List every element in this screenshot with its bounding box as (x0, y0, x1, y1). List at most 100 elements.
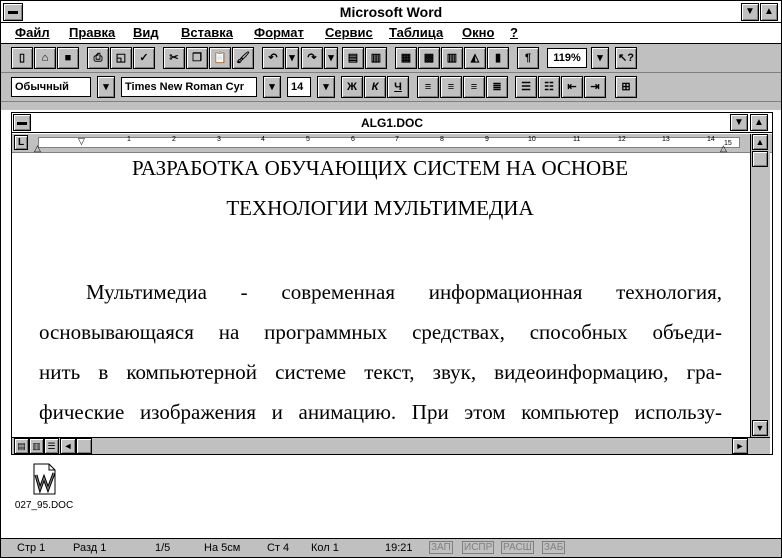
scroll-down-icon[interactable]: ▼ (752, 420, 768, 436)
show-hide-button[interactable]: ¶ (517, 47, 539, 69)
document-page[interactable]: РАЗРАБОТКА ОБУЧАЮЩИХ СИСТЕМ НА ОСНОВЕ ТЕ… (12, 154, 750, 437)
align-left-icon[interactable]: ≡ (417, 76, 439, 98)
align-center-icon[interactable]: ≡ (440, 76, 462, 98)
status-time: 19:21 (385, 542, 413, 554)
horizontal-scroll-thumb[interactable] (76, 438, 92, 454)
ruler-bar[interactable] (38, 137, 740, 148)
insert-excel-icon[interactable]: ▩ (418, 47, 440, 69)
ruler-number: 9 (485, 136, 489, 143)
status-mrk[interactable]: ИСПР (462, 541, 495, 554)
ruler-number: 1 (127, 136, 131, 143)
menu-help[interactable]: ? (510, 25, 518, 40)
justify-icon[interactable]: ≣ (486, 76, 508, 98)
save-icon[interactable]: ■ (57, 47, 79, 69)
scroll-left-icon[interactable]: ◄ (60, 438, 76, 454)
scroll-right-icon[interactable]: ► (732, 438, 748, 454)
status-bar: Стр 1 Разд 1 1/5 На 5см Ст 4 Кол 1 19:21… (1, 538, 781, 557)
ruler-number: 5 (306, 136, 310, 143)
print-icon[interactable]: ⎙ (87, 47, 109, 69)
document-title: ALG1.DOC (360, 116, 423, 130)
undo-icon[interactable]: ↶ (262, 47, 284, 69)
ruler-number: 8 (440, 136, 444, 143)
new-document-icon[interactable]: ▯ (11, 47, 33, 69)
document-minimize-icon[interactable]: ▼ (730, 114, 748, 131)
ruler-number: 10 (528, 136, 536, 143)
menu-file[interactable]: Файл (15, 25, 50, 40)
ruler-number: 4 (261, 136, 265, 143)
desktop-document-icon[interactable]: 027_95.DOC (9, 463, 79, 519)
normal-view-icon[interactable]: ▤ (14, 438, 29, 454)
decrease-indent-icon[interactable]: ⇤ (561, 76, 583, 98)
app-title: Microsoft Word (339, 4, 443, 20)
copy-icon[interactable]: ❐ (186, 47, 208, 69)
ruler-number: 13 (662, 136, 670, 143)
left-indent-marker[interactable]: △ (34, 143, 41, 154)
status-ext[interactable]: РАСШ (501, 541, 534, 554)
first-line-indent-marker[interactable]: ▽ (78, 136, 85, 147)
cut-icon[interactable]: ✂ (163, 47, 185, 69)
status-ovr[interactable]: ЗАБ (542, 541, 566, 554)
italic-button[interactable]: К (364, 76, 386, 98)
print-preview-icon[interactable]: ◱ (110, 47, 132, 69)
borders-icon[interactable]: ⊞ (615, 76, 637, 98)
zoom-dropdown-icon[interactable]: ▾ (591, 47, 609, 69)
redo-dropdown-icon[interactable]: ▾ (324, 47, 338, 69)
style-field[interactable]: Обычный (11, 77, 91, 97)
paste-icon[interactable]: 📋 (209, 47, 231, 69)
page-layout-view-icon[interactable]: ▥ (29, 438, 44, 454)
autoformat-icon[interactable]: ▤ (342, 47, 364, 69)
minimize-icon[interactable]: ▼ (741, 3, 759, 21)
tab-type-icon[interactable]: L (14, 135, 28, 150)
desktop-icon-label: 027_95.DOC (14, 500, 74, 511)
ruler-number: 7 (395, 136, 399, 143)
ruler-number: 14 (707, 136, 715, 143)
insert-chart-icon[interactable]: ▮ (487, 47, 509, 69)
standard-toolbar: ▯ ⌂ ■ ⎙ ◱ ✓ ✂ ❐ 📋 🖌 ↶ ▾ ↷ ▾ ▤ ▥ ▦ ▩ ▥ ◭ … (1, 44, 781, 73)
menu-table[interactable]: Таблица (389, 25, 443, 40)
numbering-icon[interactable]: ☰ (515, 76, 537, 98)
increase-indent-icon[interactable]: ⇥ (584, 76, 606, 98)
underline-button[interactable]: Ч (387, 76, 409, 98)
menu-format[interactable]: Формат (254, 25, 304, 40)
drawing-icon[interactable]: ◭ (464, 47, 486, 69)
vertical-scrollbar[interactable]: ▲ ▼ (750, 134, 770, 437)
undo-dropdown-icon[interactable]: ▾ (285, 47, 299, 69)
zoom-field[interactable]: 119% (547, 48, 587, 68)
font-dropdown-icon[interactable]: ▾ (263, 76, 281, 98)
horizontal-scrollbar[interactable]: ▤ ▥ ☰ ◄ ► (12, 437, 770, 454)
heading-line-1: РАЗРАБОТКА ОБУЧАЮЩИХ СИСТЕМ НА ОСНОВЕ (131, 156, 629, 180)
word-window: ▬ Microsoft Word ▼ ▲ Файл Правка Вид Вст… (0, 0, 782, 558)
outline-view-icon[interactable]: ☰ (44, 438, 59, 454)
autotext-icon[interactable]: ▥ (365, 47, 387, 69)
scroll-up-icon[interactable]: ▲ (752, 134, 768, 150)
ruler-number: 2 (172, 136, 176, 143)
format-painter-icon[interactable]: 🖌 (232, 47, 254, 69)
columns-icon[interactable]: ▥ (441, 47, 463, 69)
style-dropdown-icon[interactable]: ▾ (97, 76, 115, 98)
help-pointer-icon[interactable]: ↖? (615, 47, 637, 69)
document-window: ▬ ALG1.DOC ▼ ▲ L 1 2 3 4 5 6 7 8 9 10 11… (11, 112, 773, 455)
maximize-icon[interactable]: ▲ (760, 3, 778, 21)
font-field[interactable]: Times New Roman Cyr (121, 77, 257, 97)
open-icon[interactable]: ⌂ (34, 47, 56, 69)
body-line-1: Мультимедиа - современная информационная… (86, 280, 722, 304)
right-indent-marker[interactable]: △ (720, 143, 727, 154)
bold-button[interactable]: Ж (341, 76, 363, 98)
title-bar: ▬ Microsoft Word ▼ ▲ (1, 1, 781, 23)
document-maximize-icon[interactable]: ▲ (750, 114, 768, 131)
menu-view[interactable]: Вид (133, 25, 159, 40)
bullets-icon[interactable]: ☷ (538, 76, 560, 98)
font-size-dropdown-icon[interactable]: ▾ (317, 76, 335, 98)
ruler: L 1 2 3 4 5 6 7 8 9 10 11 12 13 14 15 ▽ … (12, 134, 772, 153)
align-right-icon[interactable]: ≡ (463, 76, 485, 98)
menu-window[interactable]: Окно (462, 25, 494, 40)
font-size-field[interactable]: 14 (287, 77, 311, 97)
insert-table-icon[interactable]: ▦ (395, 47, 417, 69)
status-rec[interactable]: ЗАП (429, 541, 453, 554)
redo-icon[interactable]: ↷ (301, 47, 323, 69)
menu-edit[interactable]: Правка (69, 25, 115, 40)
menu-insert[interactable]: Вставка (181, 25, 233, 40)
vertical-scroll-thumb[interactable] (752, 151, 768, 167)
spelling-icon[interactable]: ✓ (133, 47, 155, 69)
menu-tools[interactable]: Сервис (325, 25, 373, 40)
